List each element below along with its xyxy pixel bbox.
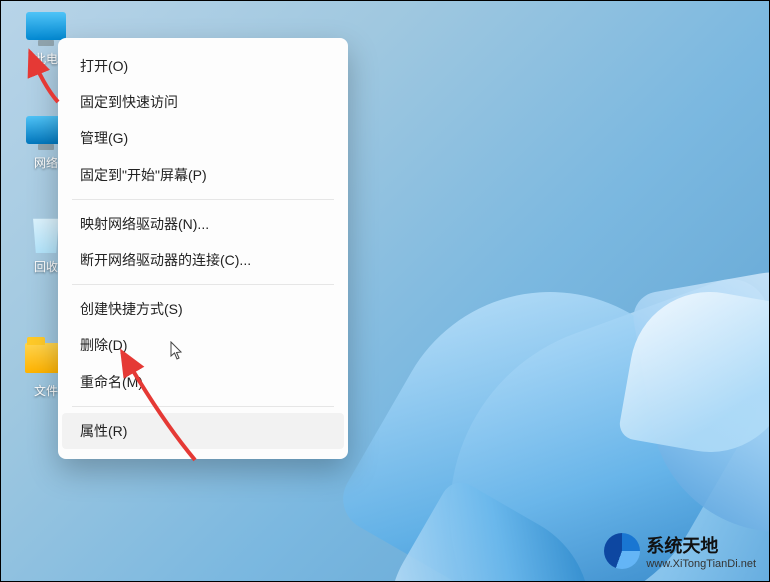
watermark: 系统天地 www.XiTongTianDi.net: [600, 530, 760, 572]
context-menu-separator: [72, 199, 334, 200]
context-menu-item[interactable]: 管理(G): [62, 120, 344, 156]
watermark-title: 系统天地: [646, 532, 756, 558]
context-menu-separator: [72, 406, 334, 407]
context-menu-item[interactable]: 删除(D): [62, 327, 344, 363]
context-menu-item[interactable]: 打开(O): [62, 48, 344, 84]
context-menu-item[interactable]: 断开网络驱动器的连接(C)...: [62, 242, 344, 278]
context-menu-item[interactable]: 映射网络驱动器(N)...: [62, 206, 344, 242]
context-menu-separator: [72, 284, 334, 285]
desktop-icon-label: 文件: [34, 382, 58, 399]
context-menu-item[interactable]: 重命名(M): [62, 364, 344, 400]
context-menu: 打开(O)固定到快速访问管理(G)固定到"开始"屏幕(P) 映射网络驱动器(N).…: [58, 38, 348, 459]
context-menu-item[interactable]: 创建快捷方式(S): [62, 291, 344, 327]
desktop-icon-label: 网络: [34, 154, 58, 171]
desktop-icon-label: 回收: [34, 258, 58, 275]
context-menu-item[interactable]: 固定到快速访问: [62, 84, 344, 120]
watermark-logo-icon: [604, 533, 640, 569]
watermark-url: www.XiTongTianDi.net: [646, 558, 756, 570]
context-menu-item[interactable]: 属性(R): [62, 413, 344, 449]
context-menu-item[interactable]: 固定到"开始"屏幕(P): [62, 157, 344, 193]
desktop-icon-label: 此电: [34, 50, 58, 67]
